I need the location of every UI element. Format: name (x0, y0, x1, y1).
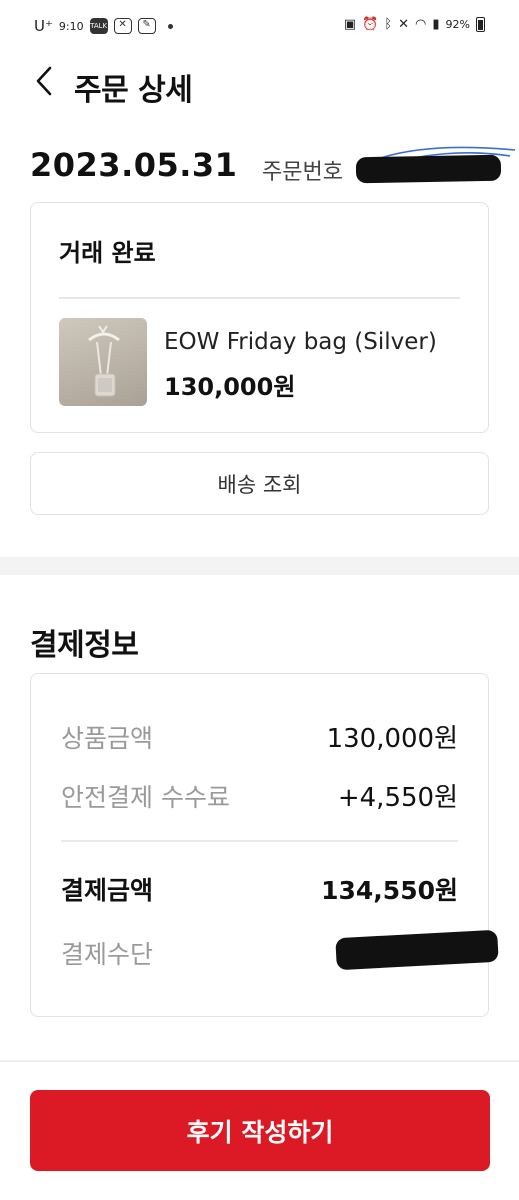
payment-row-value: +4,550원 (337, 783, 458, 813)
status-bar-left: U⁺ 9:10 TALK ✕ ✎ (34, 17, 173, 35)
trade-card: 거래 완료 EOW Friday bag (Silver) 130,000원 (30, 202, 489, 433)
payment-row-label: 안전결제 수수료 (61, 782, 230, 812)
product-thumbnail[interactable] (59, 318, 147, 406)
app-header: 주문 상세 (0, 52, 519, 112)
wifi-icon: ◠ (415, 17, 427, 32)
status-bar: U⁺ 9:10 TALK ✕ ✎ ▣ ⏰ ᛒ ✕ ◠ ▮ 92% (0, 0, 519, 52)
section-divider (0, 557, 519, 575)
payment-row-total: 결제금액 134,550원 (61, 871, 458, 907)
battery-percent: 92% (445, 18, 470, 31)
payment-total-label: 결제금액 (61, 876, 154, 905)
payment-row-label: 상품금액 (61, 723, 154, 753)
order-number-redacted (355, 154, 502, 184)
talk-icon: TALK (89, 18, 108, 34)
write-review-button[interactable]: 후기 작성하기 (30, 1090, 490, 1171)
order-date: 2023.05.31 (30, 146, 238, 184)
status-bar-right: ▣ ⏰ ᛒ ✕ ◠ ▮ 92% (344, 17, 485, 32)
payment-row-value: 130,000원 (326, 724, 458, 754)
payment-total-value: 134,550원 (321, 876, 458, 905)
battery-saver-icon: ▣ (343, 17, 357, 32)
payment-row-safe-fee: 안전결제 수수료 +4,550원 (61, 777, 458, 814)
alarm-icon: ⏰ (362, 17, 379, 32)
product-price: 130,000원 (164, 373, 296, 401)
dot-icon (167, 23, 173, 29)
page-title: 주문 상세 (74, 73, 193, 108)
bag-image-icon (88, 325, 120, 397)
card-divider (59, 297, 460, 299)
order-detail-screen: U⁺ 9:10 TALK ✕ ✎ ▣ ⏰ ᛒ ✕ ◠ ▮ 92% 주문 상세 2… (0, 0, 519, 1200)
trade-status: 거래 완료 (59, 239, 156, 267)
clock: 9:10 (58, 19, 84, 33)
missed-call-icon: ✕ (113, 18, 132, 34)
payment-row-product-amount: 상품금액 130,000원 (61, 718, 458, 755)
payment-divider (61, 840, 458, 842)
product-name[interactable]: EOW Friday bag (Silver) (164, 329, 437, 355)
bluetooth-icon: ᛒ (384, 17, 393, 32)
edit-icon: ✎ (137, 18, 156, 34)
track-shipping-button[interactable]: 배송 조회 (30, 452, 489, 515)
signal-icon: ▮ (432, 17, 440, 32)
payment-method-label: 결제수단 (61, 940, 154, 969)
order-number-label: 주문번호 (262, 160, 343, 185)
battery-icon (476, 17, 485, 32)
payment-section-title: 결제정보 (30, 628, 139, 663)
chevron-left-icon (36, 66, 52, 96)
mute-icon: ✕ (398, 17, 410, 32)
carrier-label: U⁺ (34, 17, 53, 35)
back-button[interactable] (30, 64, 60, 98)
bottom-divider (0, 1060, 519, 1062)
